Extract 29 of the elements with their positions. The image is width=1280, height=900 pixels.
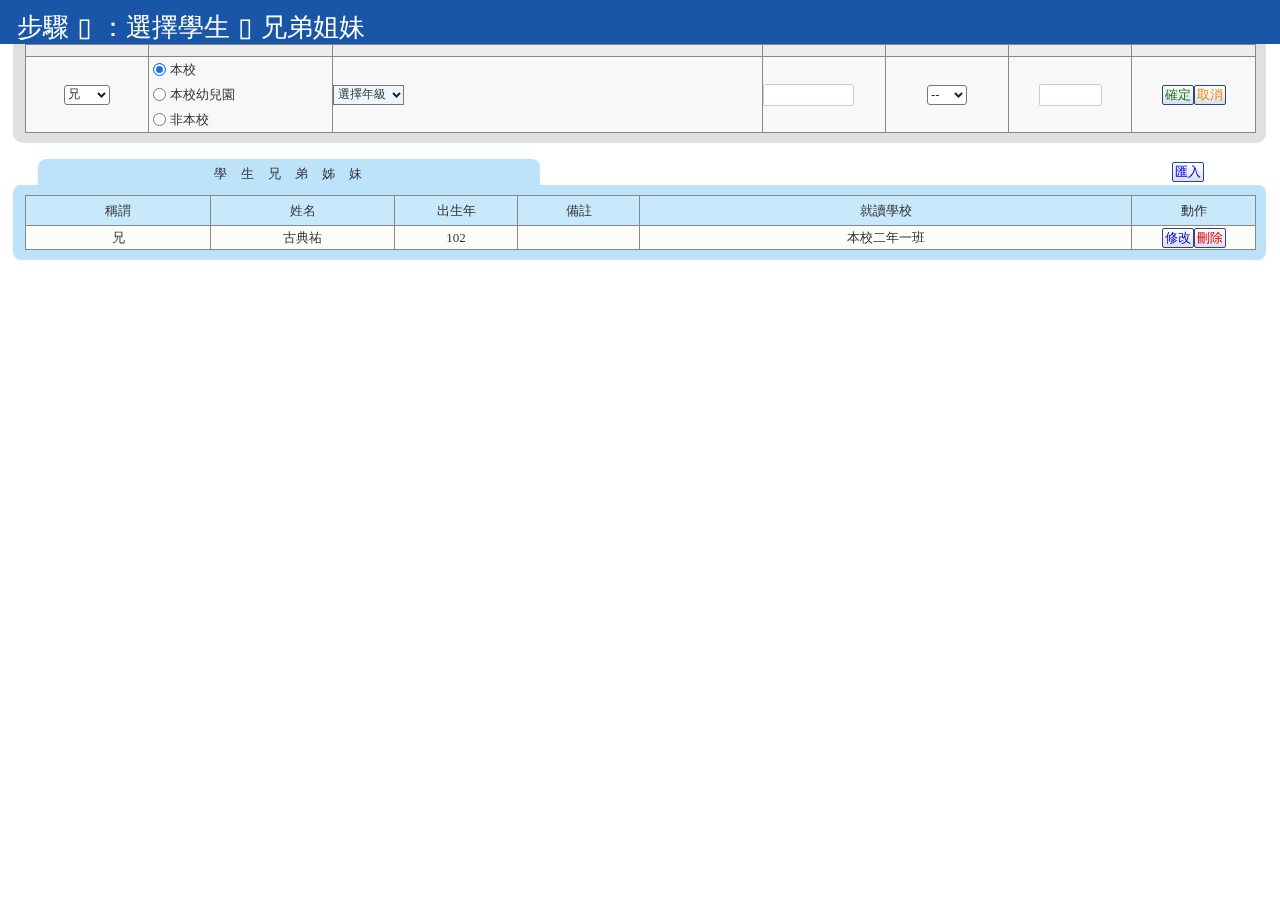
remark-field[interactable] [1038,83,1102,106]
import-button[interactable]: 匯入 [1172,162,1204,182]
table-cell: 本校二年一班 [639,225,1132,250]
delete-button[interactable]: 刪除 [1193,227,1226,248]
column-header: 姓名 [210,195,395,226]
name-field[interactable] [763,83,854,106]
table-cell: 兄 [25,225,211,250]
edit-button[interactable]: 修改 [1161,227,1194,248]
radio-button[interactable] [153,113,166,126]
radio-button[interactable] [153,63,166,76]
table-cell: 古典祐 [210,225,395,250]
chevron-icon [954,91,963,98]
radio-label: 本校 [170,60,196,79]
radio-label: 非本校 [170,110,209,129]
column-header: 稱謂 [25,195,211,226]
table-cell: 102 [394,225,518,250]
column-header: 備註 [517,195,640,226]
chevron-icon [392,91,401,98]
page-title: 步驟 ▯ ：選擇學生 ▯ 兄弟姐妹 [0,0,1280,44]
column-header: 就讀學校 [639,195,1132,226]
grade-select[interactable]: 選擇年級 [333,84,404,105]
relation-select[interactable]: 兄 [64,84,110,105]
column-header: 出生年 [394,195,518,226]
radio-label: 本校幼兒園 [170,85,235,104]
column-header: 動作 [1131,195,1256,226]
radio-button[interactable] [153,88,166,101]
chevron-icon [97,91,106,98]
confirm-button[interactable]: 確定 [1161,84,1194,105]
birth-year-select[interactable]: -- [927,84,967,105]
